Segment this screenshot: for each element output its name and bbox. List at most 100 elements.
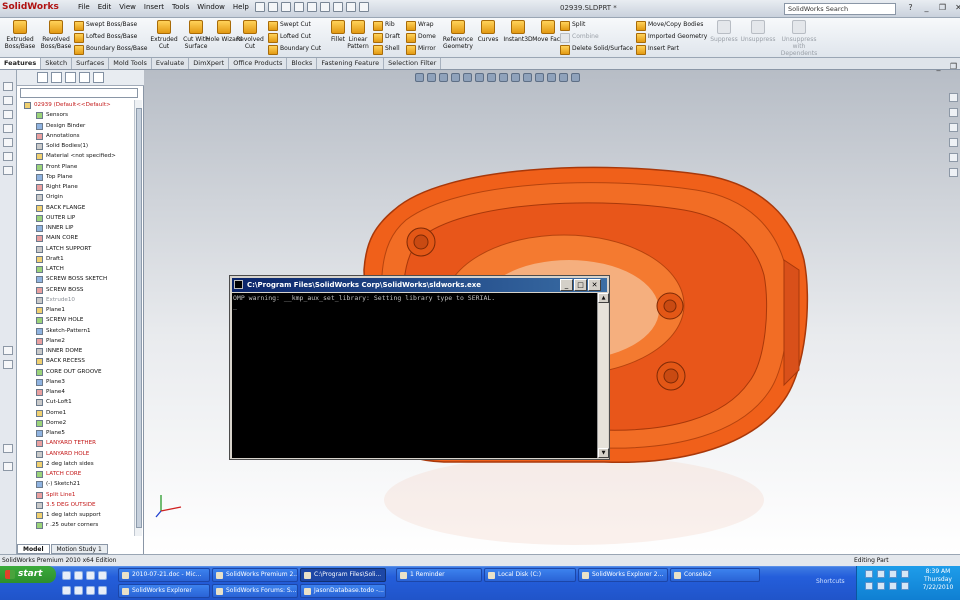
file-properties-icon[interactable] [346, 2, 356, 12]
taskbar-item-jasondatabase[interactable]: JasonDatabase.todo -... [300, 584, 386, 598]
new-document-icon[interactable] [255, 2, 265, 12]
tray-network-icon[interactable] [865, 570, 873, 578]
extruded-cut-button[interactable]: Extruded Cut [146, 20, 182, 50]
feature-tree-scrollbar[interactable] [134, 100, 142, 536]
revolved-boss-button[interactable]: Revolved Boss/Base [38, 20, 74, 50]
feature-tree-item[interactable]: BACK RECESS [19, 356, 137, 366]
console-scrollbar[interactable]: ▲ ▼ [597, 293, 609, 458]
solidworks-logo[interactable]: SolidWorks [2, 2, 64, 16]
restore-button[interactable]: ❐ [936, 3, 949, 14]
system-clock[interactable]: 8:39 AM Thursday 7/22/2010 [918, 568, 958, 592]
feature-tree-item[interactable]: Cut-Loft1 [19, 397, 137, 407]
appearances-icon[interactable] [949, 153, 958, 162]
edit-appearance-icon[interactable] [547, 73, 556, 82]
options-gear-icon[interactable] [359, 2, 369, 12]
menu-view[interactable]: View [119, 3, 136, 15]
rib-button[interactable]: Rib [373, 19, 395, 31]
close-button[interactable]: ✕ [952, 3, 960, 14]
console-close-button[interactable]: ✕ [588, 279, 601, 291]
draft-button[interactable]: Draft [373, 31, 400, 43]
feature-tree-item[interactable]: 1 deg latch support [19, 510, 137, 520]
feature-tree-item[interactable]: CORE OUT GROOVE [19, 367, 137, 377]
rebuild-icon[interactable] [333, 2, 343, 12]
feature-tree-item[interactable]: LANYARD HOLE [19, 449, 137, 459]
minimize-button[interactable]: _ [920, 3, 933, 14]
menu-edit[interactable]: Edit [98, 3, 112, 15]
ie-quicklaunch-icon[interactable] [62, 571, 71, 580]
tray-update-icon[interactable] [901, 570, 909, 578]
property-manager-tab-icon[interactable] [51, 72, 62, 83]
feature-tree-item[interactable]: LANYARD TETHER [19, 438, 137, 448]
unsuppress-button[interactable]: Unsuppress [740, 20, 776, 43]
explorer-quicklaunch-icon[interactable] [86, 571, 95, 580]
feature-tree-item[interactable]: (-) Sketch21 [19, 479, 137, 489]
feature-tree-item[interactable]: LATCH CORE [19, 469, 137, 479]
tab-model[interactable]: Model [17, 544, 50, 554]
scroll-down-arrow-icon[interactable]: ▼ [598, 448, 609, 458]
relations-icon[interactable] [3, 444, 13, 453]
feature-tree-item[interactable]: INNER LIP [19, 223, 137, 233]
feature-tree-tab-icon[interactable] [37, 72, 48, 83]
trim-tool-icon[interactable] [3, 346, 13, 355]
open-document-icon[interactable] [268, 2, 278, 12]
pan-icon[interactable] [475, 73, 484, 82]
menu-file[interactable]: File [78, 3, 90, 15]
feature-tree-item[interactable]: Plane4 [19, 387, 137, 397]
tab-office-products[interactable]: Office Products [229, 58, 288, 69]
feature-tree-item[interactable]: SCREW BOSS [19, 285, 137, 295]
boundary-boss-button[interactable]: Boundary Boss/Base [74, 43, 147, 55]
feature-tree-item[interactable]: SCREW HOLE [19, 315, 137, 325]
taskbar-item-word-doc[interactable]: 2010-07-21.doc - Mic... [118, 568, 210, 582]
section-view-icon[interactable] [451, 73, 460, 82]
feature-tree-item[interactable]: 3.5 DEG OUTSIDE [19, 500, 137, 510]
circle-tool-icon[interactable] [3, 138, 13, 147]
feature-tree-item[interactable]: Sensors [19, 110, 137, 120]
console-minimize-button[interactable]: _ [560, 279, 573, 291]
imported-geometry-button[interactable]: Imported Geometry [636, 31, 707, 43]
quicklaunch-icon-8[interactable] [98, 586, 107, 595]
feature-tree-item[interactable]: Plane1 [19, 305, 137, 315]
feature-tree-filter-input[interactable] [20, 88, 138, 98]
taskbar-item-console-exe[interactable]: C:\Program Files\Soli... [300, 568, 386, 582]
lofted-cut-button[interactable]: Lofted Cut [268, 31, 311, 43]
mirror-tool-icon[interactable] [3, 360, 13, 369]
tab-mold-tools[interactable]: Mold Tools [109, 58, 152, 69]
tab-blocks[interactable]: Blocks [287, 58, 318, 69]
shell-button[interactable]: Shell [373, 43, 400, 55]
feature-tree-item[interactable]: Dome2 [19, 418, 137, 428]
menu-help[interactable]: Help [233, 3, 249, 15]
custom-properties-icon[interactable] [949, 168, 958, 177]
feature-tree-item[interactable]: Plane3 [19, 377, 137, 387]
tray-app-icon-7[interactable] [889, 582, 897, 590]
solidworks-search-input[interactable]: SolidWorks Search [784, 3, 896, 15]
console-output[interactable]: OMP warning: __kmp_aux_set_library: Sett… [232, 293, 597, 458]
help-icon[interactable]: ? [904, 3, 917, 14]
tray-app-icon-6[interactable] [877, 582, 885, 590]
feature-tree-item[interactable]: Annotations [19, 131, 137, 141]
swept-cut-button[interactable]: Swept Cut [268, 19, 311, 31]
suppress-button[interactable]: Suppress [706, 20, 742, 43]
feature-tree-item[interactable]: OUTER LIP [19, 213, 137, 223]
delete-solid-surface-button[interactable]: Delete Solid/Surface [560, 43, 633, 55]
configuration-manager-tab-icon[interactable] [65, 72, 76, 83]
feature-tree-item[interactable]: Design Binder [19, 121, 137, 131]
feature-tree-item[interactable]: Plane2 [19, 336, 137, 346]
feature-tree-item[interactable]: r .25 outer corners [19, 520, 137, 530]
insert-part-button[interactable]: Insert Part [636, 43, 679, 55]
feature-tree-item[interactable]: Material <not specified> [19, 151, 137, 161]
feature-tree-item[interactable]: Sketch-Pattern1 [19, 326, 137, 336]
tab-sketch[interactable]: Sketch [41, 58, 73, 69]
hide-show-items-icon[interactable] [535, 73, 544, 82]
feature-tree-item[interactable]: Draft1 [19, 254, 137, 264]
dome-button[interactable]: Dome [406, 31, 436, 43]
console-app-icon[interactable] [234, 280, 243, 289]
firefox-quicklaunch-icon[interactable] [74, 571, 83, 580]
select-pointer-icon[interactable] [320, 2, 330, 12]
smart-dimension-icon[interactable] [3, 96, 13, 105]
feature-tree-item[interactable]: LATCH [19, 264, 137, 274]
move-copy-bodies-button[interactable]: Move/Copy Bodies [636, 19, 703, 31]
tab-motion-study-1[interactable]: Motion Study 1 [50, 544, 108, 554]
feature-tree-item[interactable]: 2 deg latch sides [19, 459, 137, 469]
graphics-minimize-button[interactable]: _ [932, 62, 945, 73]
previous-view-icon[interactable] [439, 73, 448, 82]
